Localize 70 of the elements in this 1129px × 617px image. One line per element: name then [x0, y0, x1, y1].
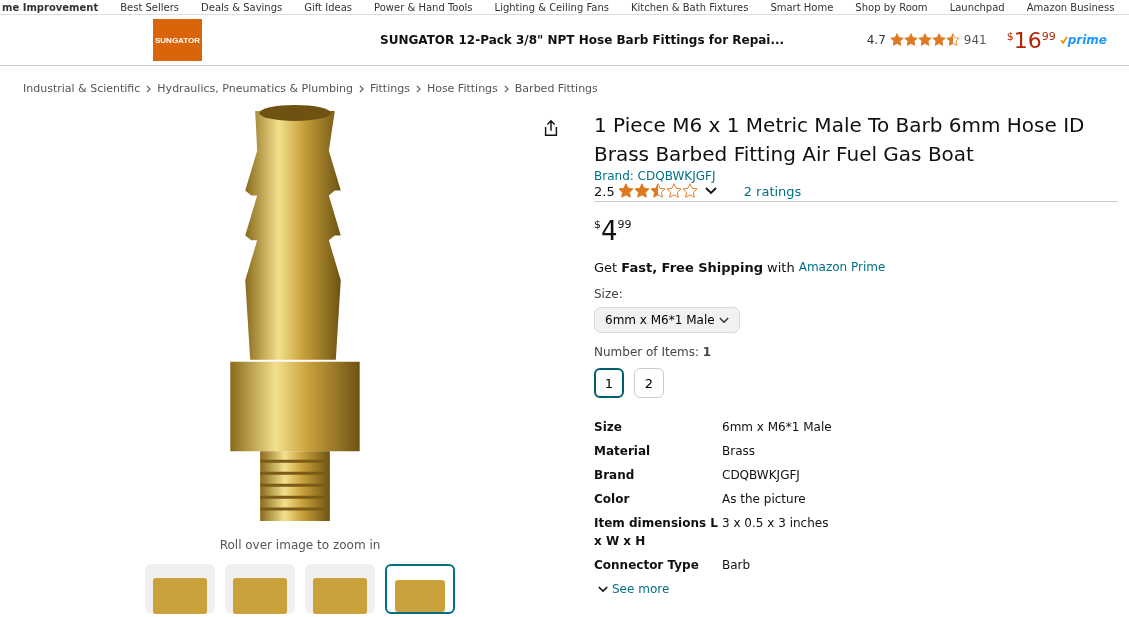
- nav-link[interactable]: Amazon Business: [1026, 1, 1115, 13]
- breadcrumb-link[interactable]: Barbed Fittings: [514, 82, 598, 95]
- nav-link[interactable]: Launchpad: [949, 1, 1005, 13]
- breadcrumb-link[interactable]: Industrial & Scientific: [23, 82, 141, 95]
- quantity-option[interactable]: 1: [594, 368, 624, 398]
- chevron-down-icon: [718, 316, 729, 324]
- see-more-link[interactable]: See more: [594, 582, 670, 596]
- nav-link[interactable]: Lighting & Ceiling Fans: [494, 1, 609, 13]
- prime-badge: prime: [1059, 33, 1107, 47]
- items-label: Number of Items: 1: [594, 345, 712, 359]
- breadcrumb-link[interactable]: Fittings: [369, 82, 410, 95]
- chevron-down-icon: [598, 585, 608, 593]
- chevron-right-icon: [503, 84, 509, 93]
- spec-name: Connector Type: [594, 557, 700, 574]
- nav-link[interactable]: Kitchen & Bath Fixtures: [631, 1, 749, 13]
- price: $^{$}$4$^{99}$: [594, 216, 632, 246]
- ratings-link[interactable]: 2 ratings: [743, 183, 802, 199]
- prime-link[interactable]: Amazon Prime: [798, 260, 886, 275]
- brand-link[interactable]: Brand: CDQBWKJGFJ: [594, 169, 716, 183]
- star-icon: [917, 33, 932, 47]
- rating-count[interactable]: 941: [963, 33, 987, 47]
- product-title: 1 Piece M6 x 1 Metric Male To Barb 6mm Hose ID Brass Barbed Fitting Air Fuel Gas Boat: [594, 112, 1086, 168]
- size-label: Size:: [594, 287, 623, 301]
- brand-logo: SUNGATOR: [153, 19, 203, 61]
- price: $^{$}$16$^{99}$: [1006, 27, 1056, 53]
- star-icon: [649, 183, 666, 199]
- chevron-right-icon: [415, 84, 421, 93]
- shipping-text: Get Fast, Free Shipping with: [594, 260, 795, 275]
- star-icon: [665, 183, 682, 199]
- nav-link[interactable]: me Improvement: [2, 1, 99, 13]
- nav-link[interactable]: Best Sellers: [120, 1, 180, 13]
- thumbnail-photo[interactable]: [385, 564, 455, 614]
- quantity-option[interactable]: 2: [634, 368, 664, 398]
- chevron-down-icon[interactable]: [704, 187, 717, 195]
- nav-link[interactable]: Gift Ideas: [304, 1, 352, 13]
- spec-name: Material: [594, 443, 652, 460]
- spec-value: As the picture: [722, 491, 806, 508]
- nav-link[interactable]: Shop by Room: [855, 1, 928, 13]
- star-icon: [617, 183, 634, 199]
- breadcrumb-link[interactable]: Hydraulics, Pneumatics & Plumbing: [157, 82, 353, 95]
- nav-link[interactable]: Deals & Savings: [201, 1, 283, 13]
- spec-value: Barb: [722, 557, 751, 574]
- size-dropdown[interactable]: 6mm x M6*1 Male: [594, 307, 740, 333]
- rating-value: 4.7: [866, 33, 886, 47]
- spec-value: CDQBWKJGFJ: [722, 467, 800, 484]
- star-icon: [945, 33, 960, 47]
- zoom-hint: Roll over image to zoom in: [219, 538, 381, 552]
- rating-value: 2.5: [594, 183, 615, 199]
- spec-name: Item dimensions L x W x H: [594, 515, 719, 550]
- thumbnail-photo[interactable]: [225, 564, 295, 614]
- thumbnail-photo[interactable]: [305, 564, 375, 614]
- spec-name: Size: [594, 419, 623, 436]
- sticky-product-title[interactable]: SUNGATOR 12-Pack 3/8" NPT Hose Barb Fittings for Repai...: [380, 33, 785, 47]
- star-icon: [931, 33, 946, 47]
- star-icon: [633, 183, 650, 199]
- nav-link[interactable]: Smart Home: [770, 1, 834, 13]
- star-icon: [903, 33, 918, 47]
- spec-value: 6mm x M6*1 Male: [722, 419, 832, 436]
- share-icon[interactable]: [542, 119, 560, 137]
- spec-value: Brass: [722, 443, 756, 460]
- spec-name: Brand: [594, 467, 636, 484]
- nav-link[interactable]: Power & Hand Tools: [374, 1, 473, 13]
- spec-value: 3 x 0.5 x 3 inches: [722, 515, 829, 532]
- spec-name: Color: [594, 491, 631, 508]
- star-icon: [681, 183, 698, 199]
- star-icon: [889, 33, 904, 47]
- chevron-right-icon: [358, 84, 364, 93]
- chevron-right-icon: [146, 84, 152, 93]
- thumbnail-photo[interactable]: [145, 564, 215, 614]
- breadcrumb-link[interactable]: Hose Fittings: [426, 82, 498, 95]
